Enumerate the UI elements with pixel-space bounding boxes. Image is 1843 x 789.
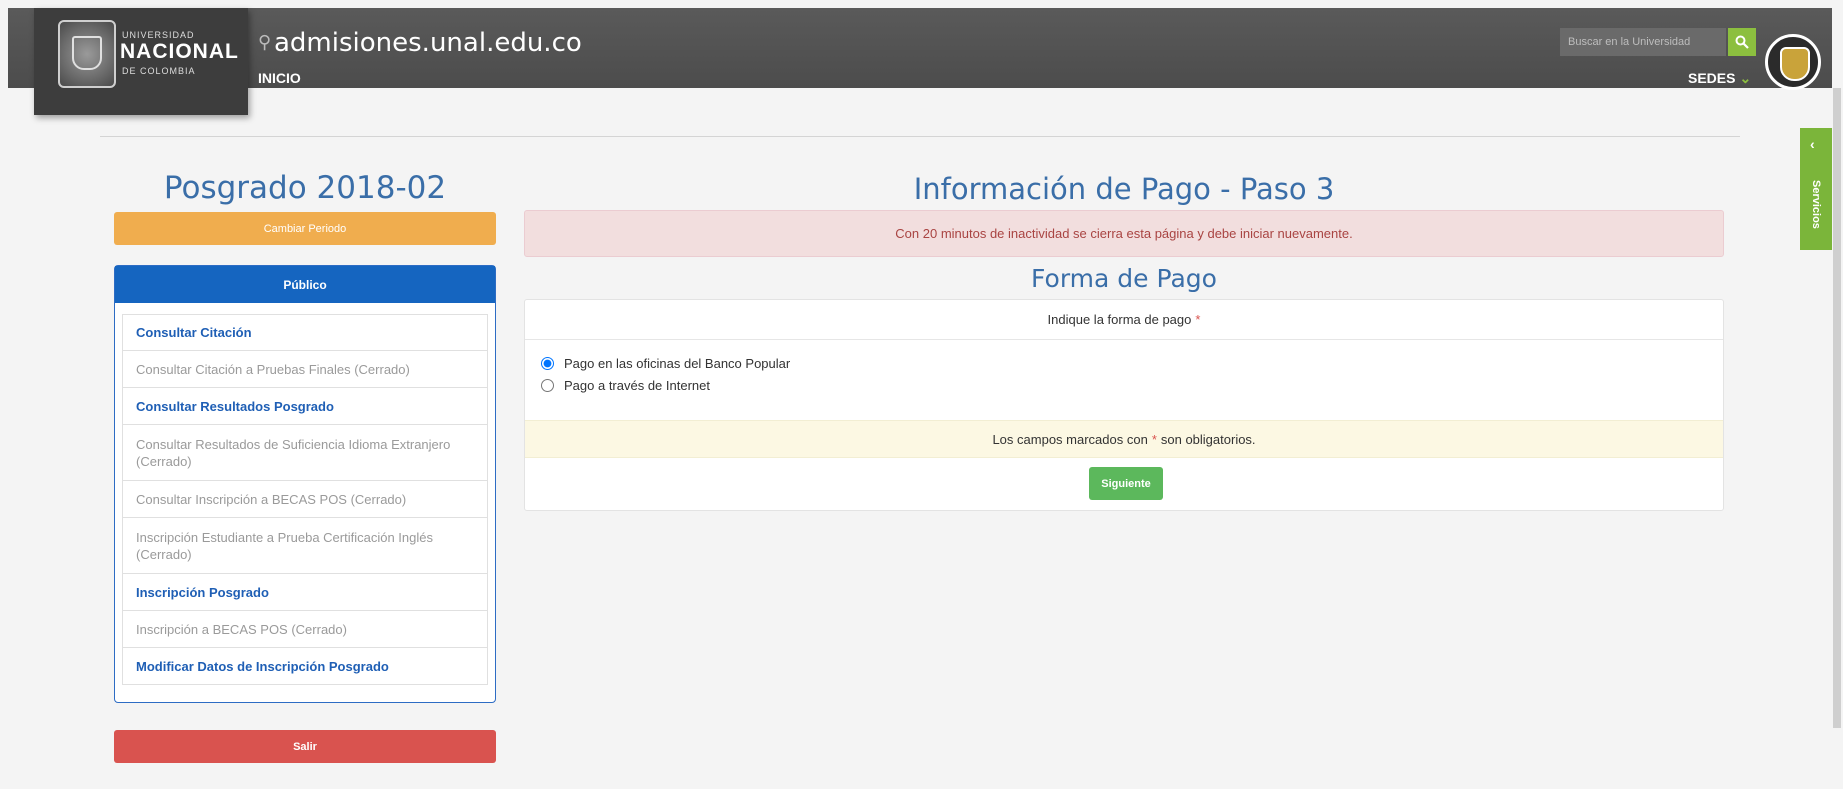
public-menu-panel: Público Consultar Citación Consultar Cit… (114, 265, 496, 703)
chevron-left-icon: ‹ (1810, 136, 1815, 152)
change-period-button[interactable]: Cambiar Periodo (114, 212, 496, 245)
logo-line-3: DE COLOMBIA (122, 66, 196, 76)
payment-form-panel: Indique la forma de pago * Pago en las of… (524, 299, 1724, 511)
menu-item-inscripcion-becas[interactable]: Inscripción a BECAS POS (Cerrado) (122, 611, 488, 648)
sedes-dropdown[interactable]: SEDES ⌄ (1688, 70, 1751, 87)
required-fields-notice: Los campos marcados con * son obligatori… (525, 420, 1723, 458)
divider (100, 136, 1740, 137)
university-seal-icon (58, 20, 116, 88)
next-button[interactable]: Siguiente (1089, 467, 1163, 500)
radio-banco-popular[interactable] (541, 357, 554, 370)
top-header: UNIVERSIDAD NACIONAL DE COLOMBIA ⚲ admis… (8, 8, 1832, 115)
menu-list: Consultar Citación Consultar Citación a … (122, 314, 488, 685)
notice-text-before: Los campos marcados con (992, 431, 1148, 447)
page-title: Información de Pago - Paso 3 (913, 172, 1335, 206)
menu-item-modificar-datos[interactable]: Modificar Datos de Inscripción Posgrado (122, 648, 488, 685)
menu-item-citacion-pruebas-finales[interactable]: Consultar Citación a Pruebas Finales (Ce… (122, 351, 488, 388)
radio-internet[interactable] (541, 379, 554, 392)
section-title: Forma de Pago (1031, 264, 1217, 293)
period-title: Posgrado 2018-02 (163, 170, 447, 206)
payment-option-banco-popular[interactable]: Pago en las oficinas del Banco Popular (541, 356, 790, 371)
form-prompt: Indique la forma de pago * (525, 300, 1723, 340)
colombia-coat-of-arms-icon[interactable] (1765, 34, 1821, 90)
panel-title: Público (115, 266, 495, 303)
sedes-label: SEDES (1688, 70, 1736, 86)
notice-text-after: son obligatorios. (1160, 431, 1256, 447)
servicios-side-tab[interactable]: ‹ Servicios (1800, 128, 1832, 250)
nav-inicio-link[interactable]: INICIO (258, 70, 301, 86)
search-input[interactable] (1560, 28, 1726, 56)
form-prompt-label: Indique la forma de pago (1047, 312, 1192, 327)
menu-item-consultar-citacion[interactable]: Consultar Citación (122, 314, 488, 351)
exit-button[interactable]: Salir (114, 730, 496, 763)
location-pin-icon: ⚲ (258, 32, 272, 52)
required-asterisk: * (1195, 312, 1201, 327)
site-title[interactable]: admisiones.unal.edu.co (274, 28, 582, 58)
university-logo[interactable]: UNIVERSIDAD NACIONAL DE COLOMBIA (34, 8, 248, 115)
menu-item-prueba-ingles[interactable]: Inscripción Estudiante a Prueba Certific… (122, 518, 488, 574)
payment-option-label: Pago a través de Internet (564, 378, 710, 393)
page-scrollbar[interactable] (1833, 88, 1841, 728)
servicios-label: Servicios (1810, 180, 1822, 229)
chevron-down-icon: ⌄ (1739, 70, 1752, 86)
timeout-alert: Con 20 minutos de inactividad se cierra … (524, 210, 1724, 257)
menu-item-suficiencia-idioma[interactable]: Consultar Resultados de Suficiencia Idio… (122, 425, 488, 481)
menu-item-consultar-becas[interactable]: Consultar Inscripción a BECAS POS (Cerra… (122, 481, 488, 518)
menu-item-inscripcion-posgrado[interactable]: Inscripción Posgrado (122, 574, 488, 611)
payment-option-label: Pago en las oficinas del Banco Popular (564, 356, 791, 371)
search-button[interactable] (1728, 28, 1756, 56)
menu-item-resultados-posgrado[interactable]: Consultar Resultados Posgrado (122, 388, 488, 425)
logo-line-1: UNIVERSIDAD (122, 30, 195, 40)
logo-line-2: NACIONAL (120, 40, 239, 63)
payment-option-internet[interactable]: Pago a través de Internet (541, 378, 710, 393)
required-asterisk: * (1151, 431, 1157, 447)
search-icon (1735, 35, 1749, 49)
